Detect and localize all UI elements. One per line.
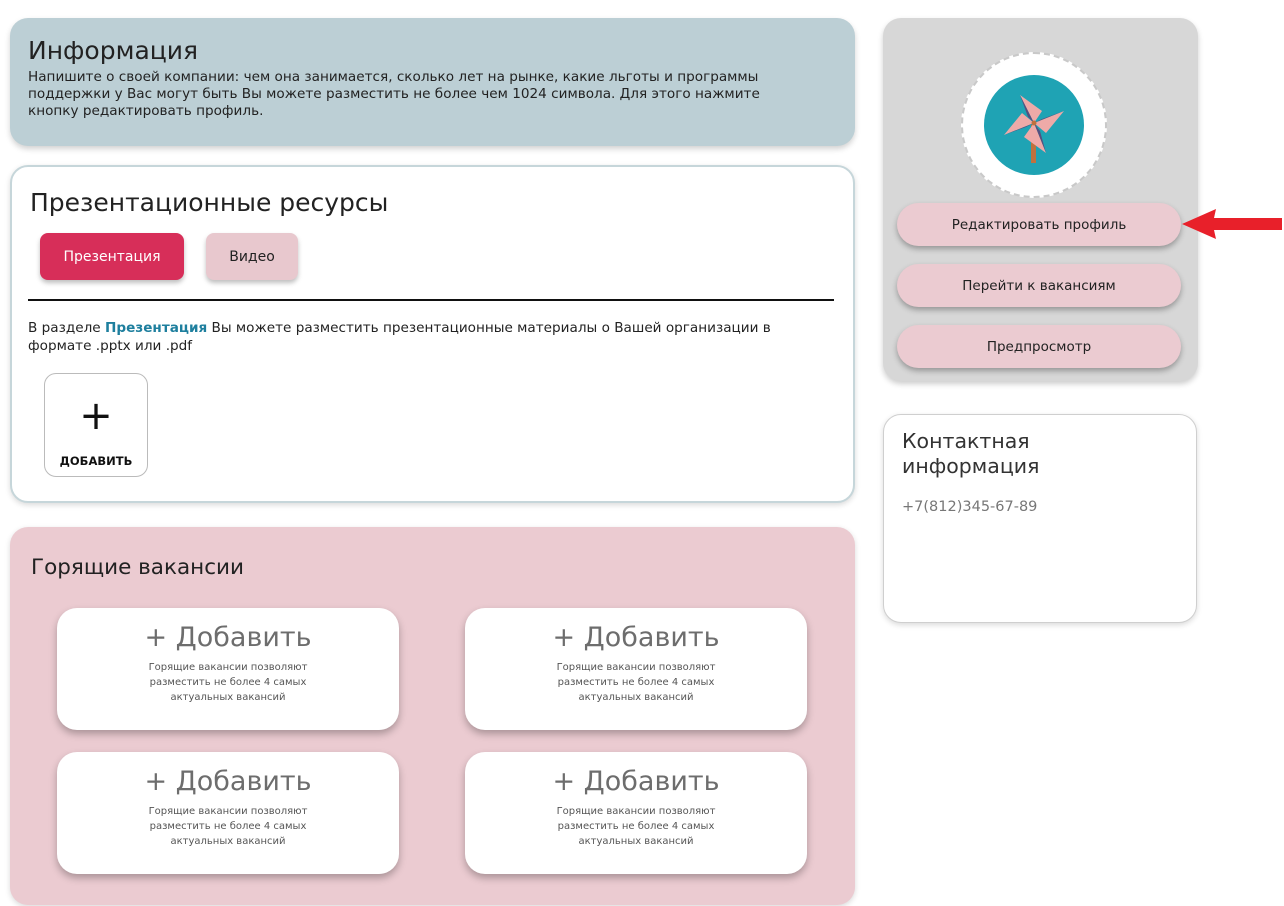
add-vacancy-hint: Горящие вакансии позволяют разместить не…	[556, 662, 716, 703]
info-text: Напишите о своей компании: чем она заним…	[28, 69, 760, 119]
contact-info-card: Контактная информация +7(812)345-67-89	[883, 414, 1197, 623]
presentation-title: Презентационные ресурсы	[30, 188, 389, 217]
go-to-vacancies-button[interactable]: Перейти к вакансиям	[897, 264, 1181, 307]
add-vacancy-hint: Горящие вакансии позволяют разместить не…	[556, 806, 716, 847]
add-vacancy-hint: Горящие вакансии позволяют разместить не…	[148, 806, 308, 847]
avatar[interactable]	[961, 52, 1107, 198]
add-hot-vacancy-slot-1[interactable]: + Добавить Горящие вакансии позволяют ра…	[57, 608, 399, 730]
hot-vacancies-card: Горящие вакансии + Добавить Горящие вака…	[10, 527, 855, 905]
tab-presentation[interactable]: Презентация	[40, 233, 184, 280]
pinwheel-icon	[984, 75, 1084, 175]
info-title: Информация	[28, 36, 199, 65]
add-presentation-button[interactable]: + ДОБАВИТЬ	[44, 373, 148, 477]
description-prefix: В разделе	[28, 320, 105, 336]
add-hot-vacancy-slot-3[interactable]: + Добавить Горящие вакансии позволяют ра…	[57, 752, 399, 874]
hot-vacancies-title: Горящие вакансии	[31, 555, 244, 580]
presentation-description: В разделе Презентация Вы можете размести…	[28, 319, 818, 355]
arrow-left-icon	[1182, 209, 1282, 239]
contact-title: Контактная информация	[902, 429, 1040, 478]
tab-video[interactable]: Видео	[206, 233, 298, 280]
add-presentation-label: ДОБАВИТЬ	[59, 454, 133, 468]
add-vacancy-title: + Добавить	[552, 622, 720, 653]
add-hot-vacancy-slot-4[interactable]: + Добавить Горящие вакансии позволяют ра…	[465, 752, 807, 874]
profile-card: Редактировать профиль Перейти к вакансия…	[883, 18, 1198, 381]
preview-button[interactable]: Предпросмотр	[897, 325, 1181, 368]
contact-phone: +7(812)345-67-89	[902, 499, 1038, 515]
section-divider	[28, 299, 834, 301]
edit-profile-button[interactable]: Редактировать профиль	[897, 203, 1181, 246]
add-vacancy-title: + Добавить	[144, 766, 312, 797]
presentation-resources-card: Презентационные ресурсы Презентация Виде…	[10, 165, 855, 503]
add-vacancy-title: + Добавить	[144, 622, 312, 653]
plus-icon: +	[79, 393, 113, 439]
info-card: Информация Напишите о своей компании: че…	[10, 18, 855, 146]
add-hot-vacancy-slot-2[interactable]: + Добавить Горящие вакансии позволяют ра…	[465, 608, 807, 730]
description-highlight: Презентация	[104, 320, 208, 336]
add-vacancy-hint: Горящие вакансии позволяют разместить не…	[148, 662, 308, 703]
add-vacancy-title: + Добавить	[552, 766, 720, 797]
